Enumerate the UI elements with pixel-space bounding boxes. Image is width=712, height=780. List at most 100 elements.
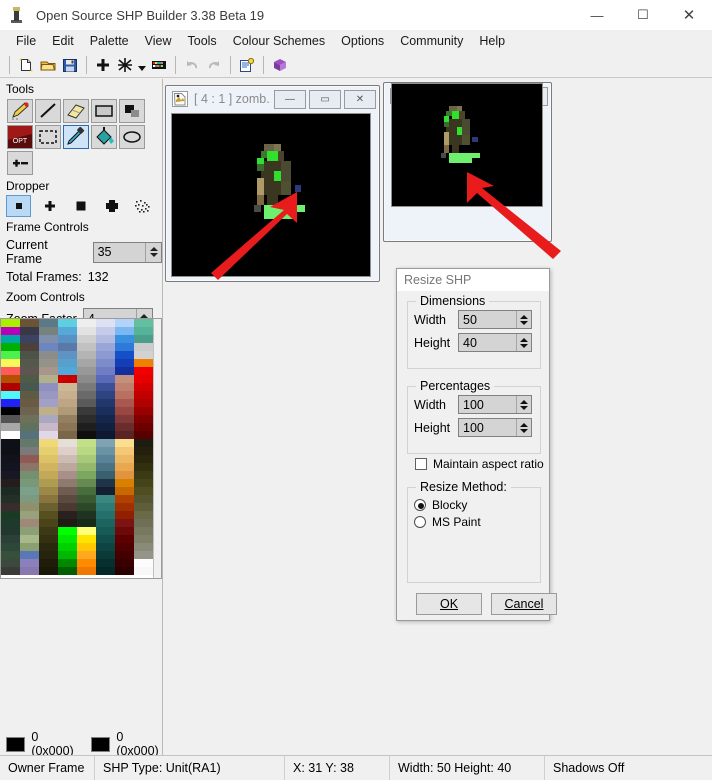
palette-swatch[interactable] [134,535,153,543]
palette-swatch[interactable] [77,423,96,431]
palette-swatch[interactable] [77,535,96,543]
maintain-aspect-ratio-row[interactable]: Maintain aspect ratio [415,457,544,471]
menu-palette[interactable]: Palette [82,32,137,50]
palette-swatch[interactable] [77,503,96,511]
palette-swatch[interactable] [134,527,153,535]
palette-swatch[interactable] [115,471,134,479]
palette-swatch[interactable] [20,519,39,527]
palette-swatch[interactable] [20,327,39,335]
spin-up-icon[interactable] [520,423,528,427]
palette-swatch[interactable] [1,463,20,471]
palette-swatch[interactable] [115,511,134,519]
spin-down-icon[interactable] [520,344,528,348]
shp-window-1[interactable]: [ 4 : 1 ] zomb... — ▭ ✕ [165,85,380,282]
shp-window-1-restore[interactable]: ▭ [309,90,341,109]
palette-swatch[interactable] [20,383,39,391]
palette-swatch[interactable] [96,391,115,399]
palette-swatch[interactable] [134,359,153,367]
palette-swatch[interactable] [1,399,20,407]
palette-swatch[interactable] [96,431,115,439]
palette-swatch[interactable] [20,567,39,575]
palette-swatch[interactable] [20,399,39,407]
palette-swatch[interactable] [77,319,96,327]
palette-swatch[interactable] [20,511,39,519]
palette-swatch[interactable] [58,439,77,447]
palette-swatch[interactable] [77,479,96,487]
palette-swatch[interactable] [1,511,20,519]
palette-swatch[interactable] [39,543,58,551]
palette-swatch[interactable] [96,471,115,479]
palette-swatch[interactable] [20,559,39,567]
palette-swatch[interactable] [1,439,20,447]
minimize-button[interactable]: — [574,0,620,30]
maximize-button[interactable]: ☐ [620,0,666,30]
palette-swatch[interactable] [1,423,20,431]
palette-swatch[interactable] [39,511,58,519]
palette-swatch[interactable] [58,463,77,471]
palette-swatch[interactable] [134,407,153,415]
spin-up-icon[interactable] [520,315,528,319]
palette-swatch[interactable] [58,543,77,551]
palette-swatch[interactable] [1,471,20,479]
palette-swatch[interactable] [58,343,77,351]
palette-swatch[interactable] [20,463,39,471]
pct-height-arrows[interactable] [516,419,531,436]
palette-swatch[interactable] [1,359,20,367]
palette-swatch[interactable] [77,543,96,551]
palette-swatch[interactable] [1,415,20,423]
palette-swatch[interactable] [115,399,134,407]
palette-swatch[interactable] [115,519,134,527]
palette-swatch[interactable] [77,455,96,463]
eraser-tool-button[interactable] [63,99,89,123]
palette-swatch[interactable] [1,343,20,351]
palette-swatch[interactable] [115,335,134,343]
palette-swatch[interactable] [134,423,153,431]
palette-swatch[interactable] [115,527,134,535]
palette-swatch[interactable] [20,319,39,327]
properties-button[interactable] [236,54,258,76]
palette-swatch[interactable] [39,327,58,335]
shp-window-2[interactable]: [ 4 ... — ▭ ✕ [383,82,552,242]
pct-width-spinner[interactable]: 100 [458,395,532,414]
palette-swatch[interactable] [134,367,153,375]
palette-swatch[interactable] [58,383,77,391]
menu-edit[interactable]: Edit [44,32,82,50]
palette-swatch[interactable] [134,383,153,391]
palette-swatch[interactable] [96,359,115,367]
palette-swatch[interactable] [96,343,115,351]
palette-swatch[interactable] [134,543,153,551]
palette-swatch[interactable] [1,407,20,415]
palette-swatch[interactable] [39,367,58,375]
select-tool-button[interactable] [35,125,61,149]
palette-swatch[interactable] [58,479,77,487]
spin-up-icon[interactable] [140,314,148,318]
close-button[interactable]: ✕ [666,0,712,30]
palette-swatch[interactable] [1,503,20,511]
palette-swatch[interactable] [77,407,96,415]
line-tool-button[interactable] [35,99,61,123]
palette-swatch[interactable] [115,551,134,559]
menu-community[interactable]: Community [392,32,471,50]
palette-swatch[interactable] [58,351,77,359]
palette-swatch[interactable] [115,455,134,463]
palette-swatch[interactable] [58,559,77,567]
palette-swatch[interactable] [20,439,39,447]
palette-swatch[interactable] [1,383,20,391]
plus-minus-tool-button[interactable] [7,151,33,175]
palette-swatch[interactable] [58,327,77,335]
palette-swatch[interactable] [20,495,39,503]
palette-swatch[interactable] [39,567,58,575]
new-file-button[interactable] [15,54,37,76]
shadow-dropdown-button[interactable] [136,54,148,76]
palette-swatch[interactable] [134,559,153,567]
palette-swatch[interactable] [58,375,77,383]
brush-small-cross-button[interactable] [37,195,62,217]
palette-swatch[interactable] [39,479,58,487]
palette-swatch[interactable] [20,351,39,359]
palette-swatch[interactable] [77,551,96,559]
palette-swatch[interactable] [115,439,134,447]
palette-swatch[interactable] [77,431,96,439]
menu-tools[interactable]: Tools [180,32,225,50]
palette-panel[interactable] [0,318,162,579]
palette-swatch[interactable] [1,527,20,535]
